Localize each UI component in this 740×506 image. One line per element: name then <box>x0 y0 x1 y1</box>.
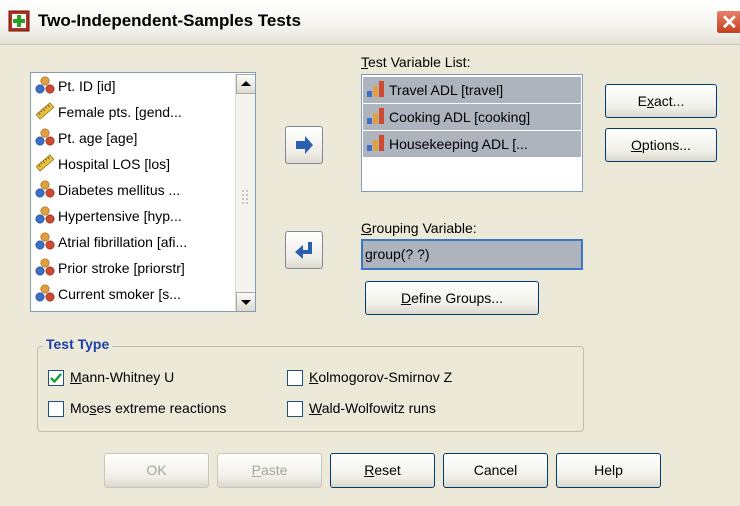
source-list-item-label: Pt. age [age] <box>58 130 138 146</box>
scroll-up-arrow[interactable] <box>236 74 255 94</box>
scale-ruler-icon <box>35 154 55 172</box>
checkbox-label: Moses extreme reactions <box>70 400 227 416</box>
source-list-item[interactable]: Prior stroke [priorstr] <box>35 257 185 280</box>
checkbox-box[interactable] <box>48 370 64 386</box>
nominal-variable-icon <box>35 180 55 198</box>
source-list-item-label: Atrial fibrillation [afi... <box>58 234 188 250</box>
nominal-variable-icon <box>35 206 55 224</box>
test-variable-label: Cooking ADL [cooking] <box>389 109 531 125</box>
source-list-item-label: Pt. ID [id] <box>58 78 116 94</box>
source-list-item[interactable]: Hospital LOS [los] <box>35 153 170 176</box>
source-list-item-label: Prior stroke [priorstr] <box>58 260 185 276</box>
ok-button[interactable]: OK <box>104 453 209 488</box>
arrow-down-icon <box>241 300 251 305</box>
scale-ruler-icon <box>35 102 55 120</box>
source-list-item-label: Current smoker [s... <box>58 286 181 302</box>
arrow-right-icon <box>296 136 313 154</box>
nominal-variable-icon <box>35 258 55 276</box>
source-variable-list[interactable]: Pt. ID [id] Female pts. [gend... Pt. age [… <box>30 72 256 312</box>
test-variable-label: Housekeeping ADL [... <box>389 136 528 152</box>
scroll-track[interactable] <box>236 94 255 296</box>
nominal-variable-icon <box>35 76 55 94</box>
source-list-item-label: Hypertensive [hyp... <box>58 208 182 224</box>
test-variable-label: Travel ADL [travel] <box>389 82 504 98</box>
ordinal-bar-icon <box>366 134 386 152</box>
grip-icon <box>242 190 248 204</box>
test-variable-list-label: Test Variable List: <box>361 54 471 70</box>
checkmark-icon <box>50 373 62 384</box>
source-list-scrollbar[interactable] <box>235 74 255 311</box>
checkbox-box[interactable] <box>287 370 303 386</box>
window-title: Two-Independent-Samples Tests <box>38 11 301 30</box>
move-to-grouping-button[interactable] <box>285 231 323 269</box>
dialog-app-icon <box>8 10 30 32</box>
source-list-item-label: Hospital LOS [los] <box>58 156 171 172</box>
help-button[interactable]: Help <box>556 453 661 488</box>
ordinal-bar-icon <box>366 80 386 98</box>
scroll-down-arrow[interactable] <box>236 292 255 311</box>
close-button[interactable]: ✕ <box>716 10 740 34</box>
checkbox-label: Kolmogorov-Smirnov Z <box>309 369 453 385</box>
source-list-item[interactable]: Pt. age [age] <box>35 127 137 150</box>
exact-button[interactable]: Exact... <box>605 84 717 118</box>
source-list-item[interactable]: Female pts. [gend... <box>35 101 182 124</box>
test-variable-list[interactable]: Travel ADL [travel] Cooking ADL [cooking]… <box>361 74 583 192</box>
grouping-variable-field[interactable]: group(? ?) <box>361 239 583 270</box>
checkbox-label: Wald-Wolfowitz runs <box>309 400 436 416</box>
grouping-variable-value: group(? ?) <box>365 246 430 262</box>
arrow-left-icon <box>295 242 312 259</box>
test-type-title: Test Type <box>43 336 113 352</box>
nominal-variable-icon <box>35 128 55 146</box>
source-list-item-label: Female pts. [gend... <box>58 104 182 120</box>
grouping-variable-label: Grouping Variable: <box>361 220 477 236</box>
checkbox-box[interactable] <box>287 401 303 417</box>
source-list-item[interactable]: Pt. ID [id] <box>35 75 116 98</box>
source-list-item[interactable]: Atrial fibrillation [afi... <box>35 231 187 254</box>
arrow-up-icon <box>241 81 251 86</box>
checkbox-label: Mann-Whitney U <box>70 369 175 385</box>
source-list-item[interactable]: Diabetes mellitus ... <box>35 179 180 202</box>
source-list-item-label: Diabetes mellitus ... <box>58 182 181 198</box>
test-variable-item[interactable]: Cooking ADL [cooking] <box>363 104 581 130</box>
options-button[interactable]: Options... <box>605 128 717 162</box>
cancel-button[interactable]: Cancel <box>443 453 548 488</box>
test-variable-item[interactable]: Travel ADL [travel] <box>363 77 581 103</box>
close-icon: ✕ <box>721 12 738 34</box>
source-list-item[interactable]: Hypertensive [hyp... <box>35 205 182 228</box>
move-to-test-list-button[interactable] <box>285 126 323 164</box>
nominal-variable-icon <box>35 284 55 302</box>
define-groups-button[interactable]: Define Groups... <box>365 281 539 315</box>
test-type-group <box>37 346 584 432</box>
source-list-item[interactable]: Current smoker [s... <box>35 283 181 306</box>
test-variable-item[interactable]: Housekeeping ADL [... <box>363 131 581 157</box>
paste-button[interactable]: Paste <box>217 453 322 488</box>
reset-button[interactable]: Reset <box>330 453 435 488</box>
ordinal-bar-icon <box>366 107 386 125</box>
checkbox-box[interactable] <box>48 401 64 417</box>
title-bar: Two-Independent-Samples Tests ✕ <box>0 0 740 45</box>
nominal-variable-icon <box>35 232 55 250</box>
